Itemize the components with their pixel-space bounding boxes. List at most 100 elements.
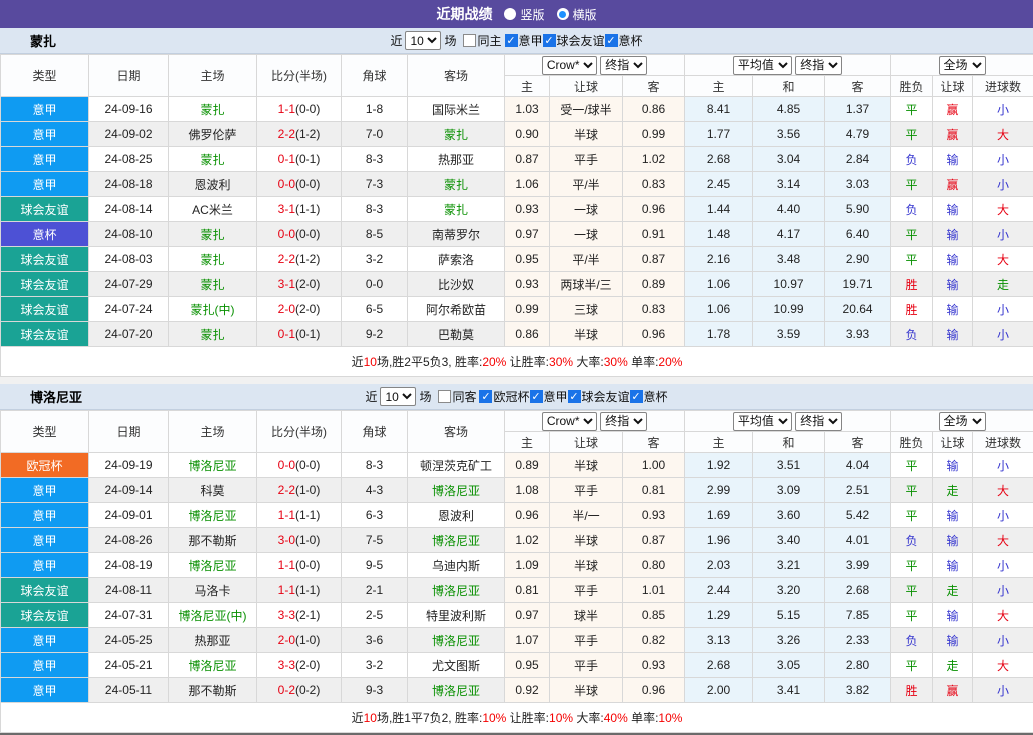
avg-draw: 3.20: [752, 577, 826, 603]
halftime-score: (0-0): [295, 102, 321, 116]
odds-handicap: 平/半: [549, 246, 623, 272]
table-row: 球会友谊 24-07-24 蒙扎(中) 2-0(2-0) 6-5 阿尔希欧苗 0.99 三球 0…: [0, 296, 1033, 322]
fulltime-select[interactable]: 全场: [938, 411, 986, 431]
league-filter[interactable]: ✓ 意甲: [529, 388, 568, 405]
goals-result: 走: [972, 271, 1033, 297]
layout-radio-vertical[interactable]: 竖版: [504, 6, 545, 23]
handicap-result: 输: [932, 271, 974, 297]
fulltime-score: 3-3: [277, 658, 295, 672]
col-away: 客场: [407, 410, 505, 453]
same-filter-label: 同客: [452, 390, 477, 404]
avg-home: 1.77: [684, 121, 754, 147]
summary: 近10场,胜1平7负2, 胜率:10% 让胜率:10% 大率:40% 单率:10…: [0, 702, 1033, 733]
corner-count: 6-5: [341, 296, 408, 322]
final-odds-select-2[interactable]: 终指: [795, 411, 843, 431]
match-date: 24-09-01: [88, 502, 169, 528]
avg-draw: 3.05: [752, 652, 826, 678]
final-odds-select-2[interactable]: 终指: [795, 55, 843, 75]
odds-away: 0.87: [621, 246, 686, 272]
team-section: 蒙扎 近 10 场 同主 ✓ 意甲 ✓ 球会友谊 ✓ 意杯 类型 日期 主场 比…: [0, 28, 1033, 377]
league-badge: 意甲: [0, 552, 89, 578]
odds-handicap: 半球: [549, 321, 623, 347]
same-filter[interactable]: 同客: [438, 388, 476, 405]
summary-segment: 10%: [549, 711, 574, 725]
handicap-result: 走: [932, 477, 974, 503]
away-team: 博洛尼亚: [407, 527, 505, 553]
league-filter[interactable]: ✓ 球会友谊: [542, 32, 605, 49]
table-row: 球会友谊 24-07-31 博洛尼亚(中) 3-3(2-1) 2-5 特里波利斯 0.97 球…: [0, 602, 1033, 628]
col-date: 日期: [88, 54, 169, 97]
score-cell: 1-1(1-1): [256, 502, 342, 528]
league-badge: 意甲: [0, 96, 89, 122]
fulltime-score: 0-1: [277, 327, 295, 341]
average-select[interactable]: 平均值: [732, 55, 792, 75]
final-odds-select[interactable]: 终指: [600, 411, 648, 431]
results-body: 欧冠杯 24-09-19 博洛尼亚 0-0(0-0) 8-3 顿涅茨克矿工 0.89 半球 1.…: [0, 452, 1033, 703]
match-count-select[interactable]: 10: [380, 387, 417, 406]
league-checkbox-checked[interactable]: ✓: [629, 390, 643, 403]
odds-away: 0.87: [621, 527, 686, 553]
league-filter[interactable]: ✓ 意杯: [629, 388, 668, 405]
avg-away: 1.37: [824, 96, 892, 122]
match-date: 24-09-16: [88, 96, 169, 122]
average-select[interactable]: 平均值: [732, 411, 792, 431]
match-date: 24-08-18: [88, 171, 169, 197]
avg-away: 3.93: [824, 321, 892, 347]
league-filter[interactable]: ✓ 球会友谊: [567, 388, 630, 405]
avg-away: 4.04: [824, 452, 892, 478]
odds-handicap: 半球: [549, 527, 623, 553]
same-checkbox-unchecked[interactable]: [438, 390, 452, 403]
odds-home: 1.09: [504, 552, 550, 578]
league-filters: ✓ 欧冠杯 ✓ 意甲 ✓ 球会友谊 ✓ 意杯: [479, 388, 668, 405]
final-odds-select[interactable]: 终指: [600, 55, 648, 75]
bookmaker-select[interactable]: Crow*: [541, 55, 597, 75]
away-team: 博洛尼亚: [407, 577, 505, 603]
league-checkbox-checked[interactable]: ✓: [479, 390, 493, 403]
avg-draw: 10.97: [752, 271, 826, 297]
home-team: 蒙扎: [168, 96, 257, 122]
winloss-result: 负: [890, 527, 934, 553]
match-count-select[interactable]: 10: [405, 31, 442, 50]
avg-draw: 3.48: [752, 246, 826, 272]
col-goals: 进球数: [972, 431, 1033, 453]
radio-selected-icon[interactable]: [556, 8, 569, 20]
league-checkbox-checked[interactable]: ✓: [542, 34, 556, 47]
radio-unselected-icon[interactable]: [504, 8, 517, 20]
winloss-result: 负: [890, 196, 934, 222]
away-team: 比沙奴: [407, 271, 505, 297]
league-filter[interactable]: ✓ 意甲: [504, 32, 543, 49]
fulltime-score: 0-1: [277, 152, 295, 166]
odds-home: 0.96: [504, 502, 550, 528]
league-filter[interactable]: ✓ 意杯: [604, 32, 643, 49]
league-filter[interactable]: ✓ 欧冠杯: [479, 388, 530, 405]
average-group-header: 平均值 终指: [684, 54, 892, 76]
league-checkbox-checked[interactable]: ✓: [604, 34, 618, 47]
avg-away: 2.84: [824, 146, 892, 172]
same-filter[interactable]: 同主: [463, 32, 502, 49]
avg-draw: 3.14: [752, 171, 826, 197]
summary-segment: 让胜率:: [506, 355, 550, 369]
odds-away: 0.86: [621, 96, 686, 122]
summary-segment: 10%: [658, 711, 683, 725]
layout-radio-horizontal[interactable]: 横版: [556, 6, 597, 23]
avg-home: 2.03: [684, 552, 754, 578]
away-team: 蒙扎: [407, 121, 505, 147]
halftime-score: (2-0): [295, 302, 321, 316]
league-checkbox-checked[interactable]: ✓: [504, 34, 518, 47]
odds-away: 0.96: [621, 677, 686, 703]
league-checkbox-checked[interactable]: ✓: [567, 390, 581, 403]
fulltime-select[interactable]: 全场: [938, 55, 986, 75]
col-odds-away: 客: [621, 75, 686, 97]
handicap-result: 赢: [932, 677, 974, 703]
winloss-result: 胜: [890, 677, 934, 703]
goals-result: 小: [972, 296, 1033, 322]
match-date: 24-09-19: [88, 452, 169, 478]
bookmaker-select[interactable]: Crow*: [541, 411, 597, 431]
same-checkbox-unchecked[interactable]: [463, 34, 477, 47]
halftime-score: (1-1): [295, 202, 321, 216]
corner-count: 3-2: [341, 246, 408, 272]
home-team: AC米兰: [168, 196, 257, 222]
halftime-score: (0-1): [295, 327, 321, 341]
fulltime-score: 2-2: [277, 483, 295, 497]
league-checkbox-checked[interactable]: ✓: [529, 390, 543, 403]
